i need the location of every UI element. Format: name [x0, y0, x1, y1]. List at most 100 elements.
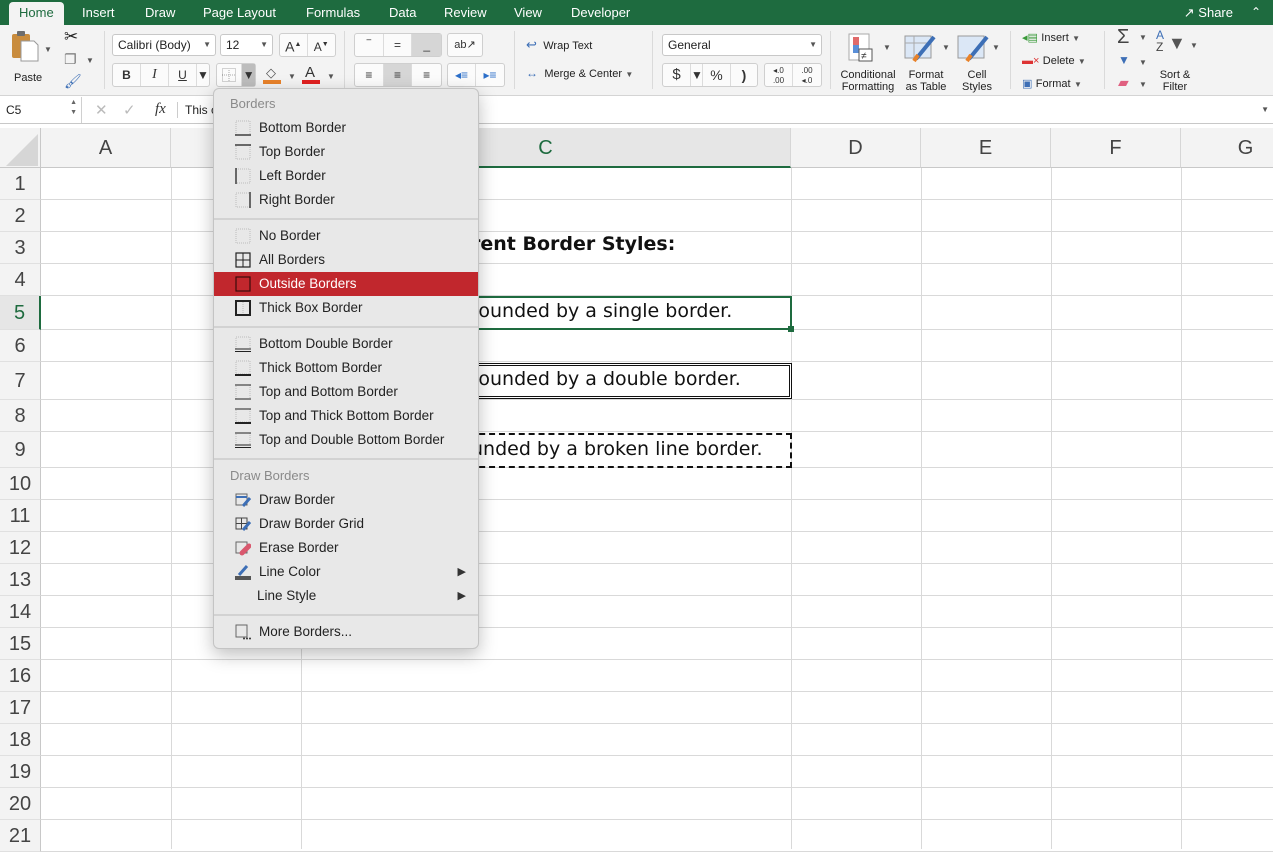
row-header-5[interactable]: 5: [0, 296, 41, 330]
name-box[interactable]: C5 ▲ ▼: [0, 97, 82, 123]
menu-item-draw-border-grid[interactable]: Draw Border Grid: [214, 512, 478, 536]
font-size-select[interactable]: 12 ▼: [220, 34, 273, 56]
row-header-6[interactable]: 6: [0, 330, 41, 362]
autosum-icon[interactable]: Σ: [1117, 26, 1129, 49]
decrease-decimal-button[interactable]: .00 ◂.0: [793, 64, 821, 86]
menu-item-line-color[interactable]: Line Color ▶: [214, 560, 478, 584]
currency-dropdown-icon[interactable]: ▼: [691, 64, 703, 86]
increase-indent-button[interactable]: ▸≡: [476, 64, 504, 86]
row-header-16[interactable]: 16: [0, 660, 41, 692]
tab-formulas[interactable]: Formulas: [296, 0, 370, 25]
align-right-button[interactable]: ≡: [412, 64, 441, 86]
font-color-button[interactable]: A: [301, 64, 323, 87]
underline-button[interactable]: U: [169, 64, 197, 86]
tab-draw[interactable]: Draw: [135, 0, 185, 25]
cell-styles-button[interactable]: ▼ Cell Styles: [954, 29, 1002, 93]
clear-eraser-icon[interactable]: ▰: [1118, 74, 1129, 91]
row-header-21[interactable]: 21: [0, 820, 41, 852]
sort-filter-button[interactable]: AZ ▼︎ ▼ Sort & Filter: [1152, 29, 1198, 93]
tab-home[interactable]: Home: [9, 2, 64, 25]
fill-color-button[interactable]: ◇: [262, 65, 284, 87]
fill-color-dropdown-icon[interactable]: ▼: [288, 72, 296, 81]
percent-button[interactable]: %: [703, 64, 731, 86]
align-bottom-button[interactable]: _: [412, 34, 441, 56]
paste-button[interactable]: ▼ Paste: [8, 29, 52, 89]
row-header-18[interactable]: 18: [0, 724, 41, 756]
enter-check-icon[interactable]: ✓: [123, 101, 136, 119]
align-top-button[interactable]: ‾: [355, 34, 384, 56]
menu-item-left-border[interactable]: Left Border: [214, 164, 478, 188]
comma-style-button[interactable]: ): [731, 64, 757, 86]
row-header-13[interactable]: 13: [0, 564, 41, 596]
align-left-button[interactable]: ≡: [355, 64, 384, 86]
menu-item-line-style[interactable]: Line Style ▶: [214, 584, 478, 608]
font-color-dropdown-icon[interactable]: ▼: [327, 72, 335, 81]
orientation-button[interactable]: ab↗︎ ▼: [448, 34, 482, 74]
menu-item-outside-borders[interactable]: Outside Borders: [214, 272, 478, 296]
italic-button[interactable]: I: [141, 64, 169, 86]
menu-item-no-border[interactable]: No Border: [214, 224, 478, 248]
row-header-15[interactable]: 15: [0, 628, 41, 660]
format-cells-button[interactable]: ▣ Format ▼: [1022, 76, 1082, 92]
menu-item-more-borders[interactable]: More Borders...: [214, 620, 478, 644]
menu-item-top-border[interactable]: Top Border: [214, 140, 478, 164]
merge-center-button[interactable]: ↔ Merge & Center ▼: [526, 66, 633, 84]
font-name-select[interactable]: Calibri (Body) ▼: [112, 34, 216, 56]
wrap-text-button[interactable]: ↩︎ Wrap Text: [526, 37, 592, 55]
share-button[interactable]: ↗︎ Share: [1184, 0, 1233, 25]
row-header-14[interactable]: 14: [0, 596, 41, 628]
menu-item-erase-border[interactable]: Erase Border: [214, 536, 478, 560]
row-header-9[interactable]: 9: [0, 432, 41, 468]
menu-item-top-and-thick-bottom-border[interactable]: Top and Thick Bottom Border: [214, 404, 478, 428]
menu-item-all-borders[interactable]: All Borders: [214, 248, 478, 272]
cell-c3[interactable]: rent Border Styles:: [471, 233, 675, 255]
expand-formula-bar-icon[interactable]: ▼: [1261, 105, 1269, 114]
align-middle-button[interactable]: =: [384, 34, 413, 56]
collapse-ribbon-icon[interactable]: ⌃: [1251, 0, 1261, 25]
tab-review[interactable]: Review: [434, 0, 497, 25]
conditional-formatting-button[interactable]: ≠ ▼ Conditional Formatting: [836, 29, 898, 93]
fill-handle[interactable]: [788, 326, 794, 332]
row-header-1[interactable]: 1: [0, 168, 41, 200]
number-format-select[interactable]: General ▼: [662, 34, 822, 56]
row-header-19[interactable]: 19: [0, 756, 41, 788]
increase-decimal-button[interactable]: ◂.0.00: [765, 64, 794, 86]
menu-item-bottom-border[interactable]: Bottom Border: [214, 116, 478, 140]
currency-button[interactable]: $: [663, 64, 691, 86]
select-all-button[interactable]: [0, 128, 41, 168]
decrease-indent-button[interactable]: ◂≡: [448, 64, 477, 86]
decrease-font-size-button[interactable]: A▼: [308, 34, 335, 56]
tab-insert[interactable]: Insert: [72, 0, 125, 25]
align-center-button[interactable]: ≡: [383, 64, 413, 86]
row-header-20[interactable]: 20: [0, 788, 41, 820]
column-header-a[interactable]: A: [41, 128, 171, 168]
menu-item-thick-bottom-border[interactable]: Thick Bottom Border: [214, 356, 478, 380]
menu-item-right-border[interactable]: Right Border: [214, 188, 478, 212]
paste-dropdown-icon[interactable]: ▼: [44, 45, 52, 54]
column-header-f[interactable]: F: [1051, 128, 1181, 168]
column-header-g[interactable]: G: [1181, 128, 1273, 168]
copy-icon[interactable]: ❐: [64, 51, 77, 68]
menu-item-bottom-double-border[interactable]: Bottom Double Border: [214, 332, 478, 356]
row-header-8[interactable]: 8: [0, 400, 41, 432]
tab-view[interactable]: View: [504, 0, 552, 25]
row-header-12[interactable]: 12: [0, 532, 41, 564]
cut-icon[interactable]: ✂: [64, 27, 78, 47]
tab-developer[interactable]: Developer: [561, 0, 640, 25]
format-painter-icon[interactable]: 🖌︎: [64, 73, 82, 90]
bold-button[interactable]: B: [113, 64, 141, 86]
underline-dropdown-icon[interactable]: ▼: [197, 64, 209, 86]
increase-font-size-button[interactable]: A▲: [280, 34, 308, 56]
column-header-e[interactable]: E: [921, 128, 1051, 168]
column-header-d[interactable]: D: [791, 128, 921, 168]
menu-item-thick-box-border[interactable]: Thick Box Border: [214, 296, 478, 320]
menu-item-top-and-bottom-border[interactable]: Top and Bottom Border: [214, 380, 478, 404]
cancel-icon[interactable]: ✕: [95, 101, 108, 119]
borders-button[interactable]: [217, 64, 243, 86]
insert-function-icon[interactable]: fx: [155, 101, 166, 118]
row-header-3[interactable]: 3: [0, 232, 41, 264]
row-header-7[interactable]: 7: [0, 362, 41, 400]
delete-cells-button[interactable]: ▬× Delete ▼: [1022, 53, 1086, 69]
row-header-17[interactable]: 17: [0, 692, 41, 724]
menu-item-top-and-double-bottom-border[interactable]: Top and Double Bottom Border: [214, 428, 478, 452]
